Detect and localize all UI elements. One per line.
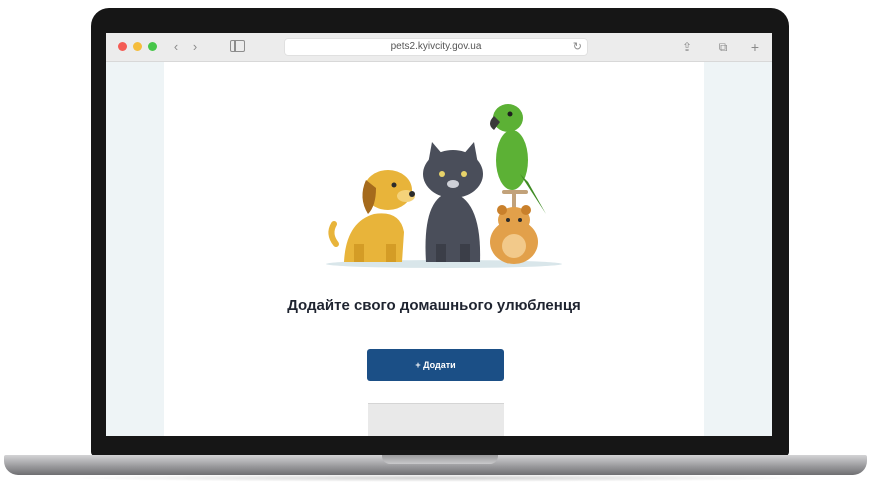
- add-pet-button[interactable]: + Додати: [367, 349, 504, 381]
- laptop-notch: [382, 455, 498, 464]
- parrot-figure: [490, 104, 546, 214]
- browser-toolbar: ‹ › pets2.kyivcity.gov.ua ↻ ⇪ ⧉ +: [106, 33, 772, 62]
- dropdown-item[interactable]: [368, 424, 504, 436]
- back-arrow-icon[interactable]: ‹: [169, 39, 183, 54]
- pets-illustration: [326, 104, 562, 268]
- dropdown-item[interactable]: [368, 407, 504, 421]
- cat-figure: [423, 142, 483, 262]
- new-tab-icon[interactable]: +: [748, 39, 762, 55]
- laptop-shadow: [60, 474, 820, 482]
- dog-figure: [328, 170, 415, 262]
- page-title: Додайте свого домашнього улюбленця: [287, 297, 581, 314]
- address-url: pets2.kyivcity.gov.ua: [390, 41, 482, 52]
- tabs-icon[interactable]: ⧉: [716, 39, 730, 55]
- minimize-window-icon[interactable]: [133, 42, 142, 51]
- hamster-figure: [490, 205, 538, 264]
- web-page: Додайте свого домашнього улюбленця + Дод…: [106, 62, 772, 436]
- maximize-window-icon[interactable]: [148, 42, 157, 51]
- dropdown-menu: [368, 403, 504, 436]
- sidebar-icon[interactable]: [230, 40, 245, 52]
- close-window-icon[interactable]: [118, 42, 127, 51]
- laptop-screen: ‹ › pets2.kyivcity.gov.ua ↻ ⇪ ⧉ + Додайт…: [106, 33, 772, 436]
- share-icon[interactable]: ⇪: [680, 39, 694, 55]
- forward-arrow-icon[interactable]: ›: [188, 39, 202, 54]
- reload-icon[interactable]: ↻: [573, 40, 582, 54]
- address-bar[interactable]: pets2.kyivcity.gov.ua ↻: [284, 38, 588, 56]
- page-content: Додайте свого домашнього улюбленця + Дод…: [164, 62, 704, 436]
